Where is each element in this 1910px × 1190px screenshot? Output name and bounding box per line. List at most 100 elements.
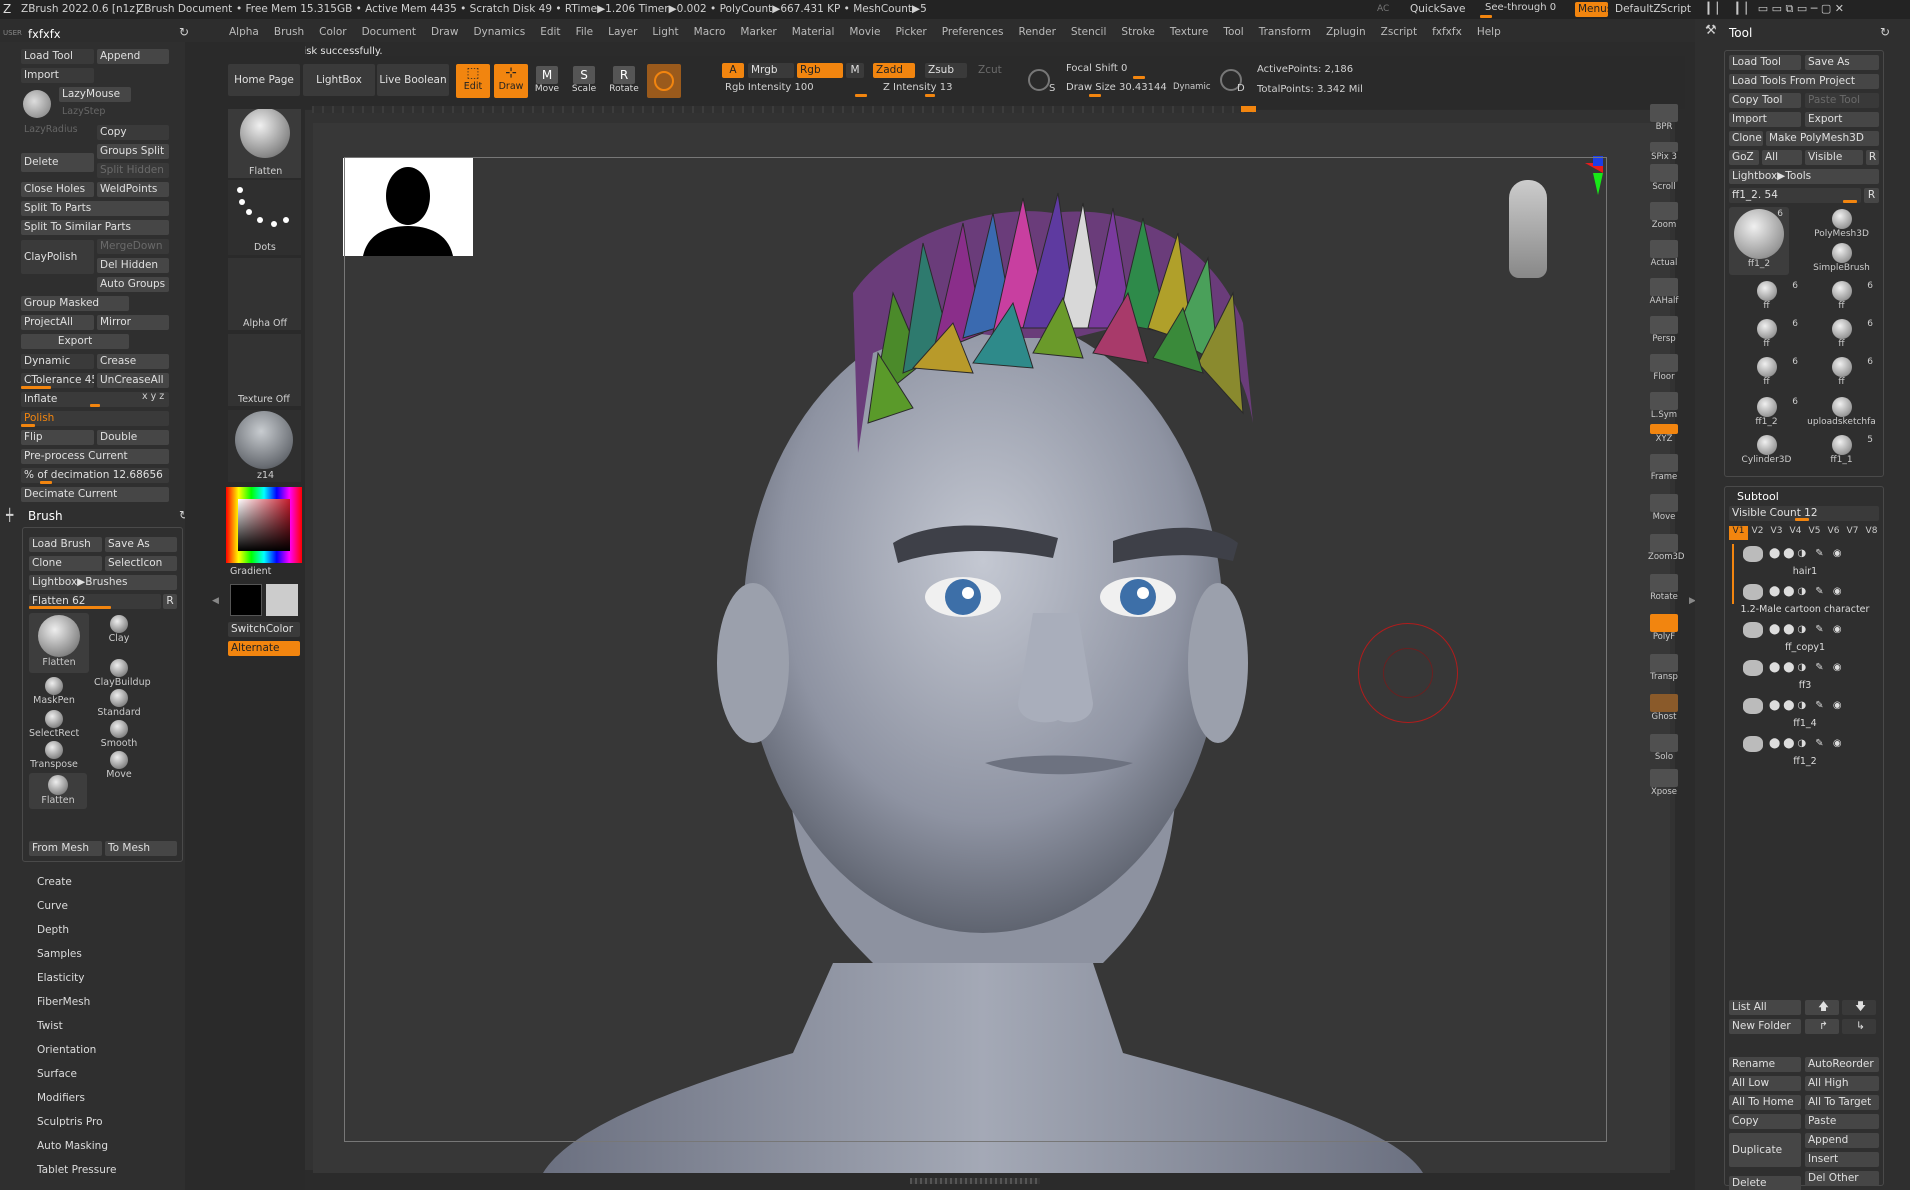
brush-r-button[interactable]: R <box>163 594 177 609</box>
edit-button[interactable]: ⬚ Edit <box>456 64 490 98</box>
subtool-toggles[interactable]: ⬤⬤◑ ✎ ◉ <box>1769 624 1879 635</box>
scale-button[interactable]: S Scale <box>569 66 599 94</box>
move-up-arrow-icon[interactable]: 🡅 <box>1805 1000 1839 1015</box>
brush-transpose-tile[interactable]: Transpose <box>29 739 79 770</box>
mergedown-button[interactable]: MergeDown <box>97 239 169 254</box>
brush-flatten-tile[interactable]: Flatten <box>29 613 89 673</box>
move-button[interactable]: M Move <box>532 66 562 94</box>
shelf-solo-button[interactable]: Solo <box>1648 734 1680 762</box>
split-similar-button[interactable]: Split To Similar Parts <box>21 220 169 235</box>
crease-button[interactable]: Crease <box>97 354 169 369</box>
submenu-twist[interactable]: Twist <box>37 1019 177 1043</box>
version-v4-button[interactable]: V4 <box>1786 526 1805 540</box>
subtool-paste-button[interactable]: Paste <box>1805 1114 1879 1129</box>
left-shelf-collapse-arrow[interactable]: ◀ <box>212 596 219 606</box>
split-hidden-button[interactable]: Split Hidden <box>97 163 169 178</box>
menu-item-light[interactable]: Light <box>652 26 678 40</box>
menu-item-zplugin[interactable]: Zplugin <box>1326 26 1366 40</box>
subtool-item[interactable]: ⬤⬤◑ ✎ ◉ hair1 <box>1729 544 1881 582</box>
subtool-append-button[interactable]: Append <box>1805 1133 1879 1148</box>
list-all-button[interactable]: List All <box>1729 1000 1801 1015</box>
shelf-floor-button[interactable]: Floor <box>1648 354 1680 382</box>
rotate-button[interactable]: R Rotate <box>607 66 641 94</box>
all-to-home-button[interactable]: All To Home <box>1729 1095 1801 1110</box>
move-down-arrow-icon[interactable]: 🡇 <box>1842 1000 1876 1015</box>
subtool-delete-button[interactable]: Delete <box>1729 1176 1801 1190</box>
subtool-toggles[interactable]: ⬤⬤◑ ✎ ◉ <box>1769 738 1879 749</box>
zadd-button[interactable]: Zadd <box>873 63 915 78</box>
brush-claybuildup-tile[interactable]: ClayBuildup <box>94 657 151 688</box>
draw-size-slider[interactable]: Draw Size 30.43144 <box>1066 82 1167 93</box>
menu-item-zscript[interactable]: Zscript <box>1381 26 1417 40</box>
group-masked-button[interactable]: Group Masked <box>21 296 129 311</box>
folder-arrow2-icon[interactable]: ↳ <box>1842 1019 1876 1034</box>
menu-item-layer[interactable]: Layer <box>608 26 637 40</box>
zbrush-logo-icon[interactable]: Z <box>3 2 17 16</box>
goz-all-button[interactable]: All <box>1762 150 1802 165</box>
shelf-actual-button[interactable]: Actual <box>1648 240 1680 268</box>
tool-ff1-2-tile[interactable]: ff1_2 6 <box>1729 207 1789 275</box>
zsub-button[interactable]: Zsub <box>925 63 967 78</box>
del-hidden-button[interactable]: Del Hidden <box>97 258 169 273</box>
s-dial-icon[interactable] <box>1028 69 1050 91</box>
rgb-intensity-slider[interactable]: Rgb Intensity 100 <box>725 82 814 93</box>
submenu-modifiers[interactable]: Modifiers <box>37 1091 177 1115</box>
selecticon-button[interactable]: SelectIcon <box>105 556 177 571</box>
rename-button[interactable]: Rename <box>1729 1057 1801 1072</box>
menu-item-fxfxfx[interactable]: fxfxfx <box>1432 26 1462 40</box>
split-to-parts-button[interactable]: Split To Parts <box>21 201 169 216</box>
goz-visible-button[interactable]: Visible <box>1805 150 1863 165</box>
version-v5-button[interactable]: V5 <box>1805 526 1824 540</box>
shelf-ghost-button[interactable]: Ghost <box>1648 694 1680 722</box>
brush-selectrect-tile[interactable]: SelectRect <box>29 708 79 739</box>
alternate-button[interactable]: Alternate <box>228 641 300 656</box>
switchcolor-button[interactable]: SwitchColor <box>228 622 300 637</box>
projectall-button[interactable]: ProjectAll <box>21 315 94 330</box>
tool-ff-tile[interactable]: ff 6 <box>1804 355 1879 393</box>
goz-r-button[interactable]: R <box>1866 150 1879 165</box>
close-holes-button[interactable]: Close Holes <box>21 182 94 197</box>
live-boolean-button[interactable]: Live Boolean <box>377 64 449 96</box>
menu-item-texture[interactable]: Texture <box>1170 26 1208 40</box>
menu-item-color[interactable]: Color <box>319 26 346 40</box>
preprocess-button[interactable]: Pre-process Current <box>21 449 169 464</box>
delete-button[interactable]: Delete <box>21 153 94 172</box>
canvas-bottom-handle[interactable] <box>910 1178 1040 1184</box>
shelf-zoom3d-button[interactable]: Zoom3D <box>1648 534 1684 562</box>
subtool-toggles[interactable]: ⬤⬤◑ ✎ ◉ <box>1769 548 1879 559</box>
subtool-scroll-track[interactable] <box>1732 544 1734 604</box>
shelf-bpr-button[interactable]: BPR <box>1648 104 1680 132</box>
tool-ff1-2-tile[interactable]: ff1_2 6 <box>1729 395 1804 433</box>
tool-r-button[interactable]: R <box>1864 188 1879 203</box>
make-polymesh-button[interactable]: Make PolyMesh3D <box>1766 131 1879 146</box>
quicksave-button[interactable]: QuickSave <box>1410 3 1465 15</box>
from-mesh-button[interactable]: From Mesh <box>29 841 102 856</box>
m-button[interactable]: M <box>846 63 864 78</box>
see-through-slider[interactable]: See-through 0 <box>1485 2 1556 13</box>
tool-import-button[interactable]: Import <box>1729 112 1801 127</box>
version-v8-button[interactable]: V8 <box>1862 526 1881 540</box>
folder-arrow-icon[interactable]: ↱ <box>1805 1019 1839 1034</box>
menu-item-dynamics[interactable]: Dynamics <box>473 26 525 40</box>
tool-ff1-1-tile[interactable]: ff1_1 5 <box>1804 433 1879 471</box>
version-v6-button[interactable]: V6 <box>1824 526 1843 540</box>
submenu-auto-masking[interactable]: Auto Masking <box>37 1139 177 1163</box>
uncreaseall-button[interactable]: UnCreaseAll <box>97 373 169 388</box>
draw-button[interactable]: ⊹ Draw <box>494 64 528 98</box>
shelf-frame-button[interactable]: Frame <box>1648 454 1680 482</box>
submenu-sculptris-pro[interactable]: Sculptris Pro <box>37 1115 177 1139</box>
export-button[interactable]: Export <box>21 334 129 349</box>
submenu-fibermesh[interactable]: FiberMesh <box>37 995 177 1019</box>
menu-item-draw[interactable]: Draw <box>431 26 458 40</box>
menu-item-preferences[interactable]: Preferences <box>942 26 1004 40</box>
subtool-item[interactable]: ⬤⬤◑ ✎ ◉ 1.2-Male cartoon character <box>1729 582 1881 620</box>
shelf-transp-button[interactable]: Transp <box>1648 654 1680 682</box>
lightbox-tools-button[interactable]: Lightbox▶Tools <box>1729 169 1879 184</box>
tool-save-as-button[interactable]: Save As <box>1805 55 1879 70</box>
all-low-button[interactable]: All Low <box>1729 1076 1801 1091</box>
subtool-item[interactable]: ⬤⬤◑ ✎ ◉ ff_copy1 <box>1729 620 1881 658</box>
submenu-elasticity[interactable]: Elasticity <box>37 971 177 995</box>
brush-smooth-tile[interactable]: Smooth <box>94 718 144 749</box>
subtool-item[interactable]: ⬤⬤◑ ✎ ◉ ff1_4 <box>1729 696 1881 734</box>
default-zscript-button[interactable]: DefaultZScript <box>1615 3 1691 15</box>
